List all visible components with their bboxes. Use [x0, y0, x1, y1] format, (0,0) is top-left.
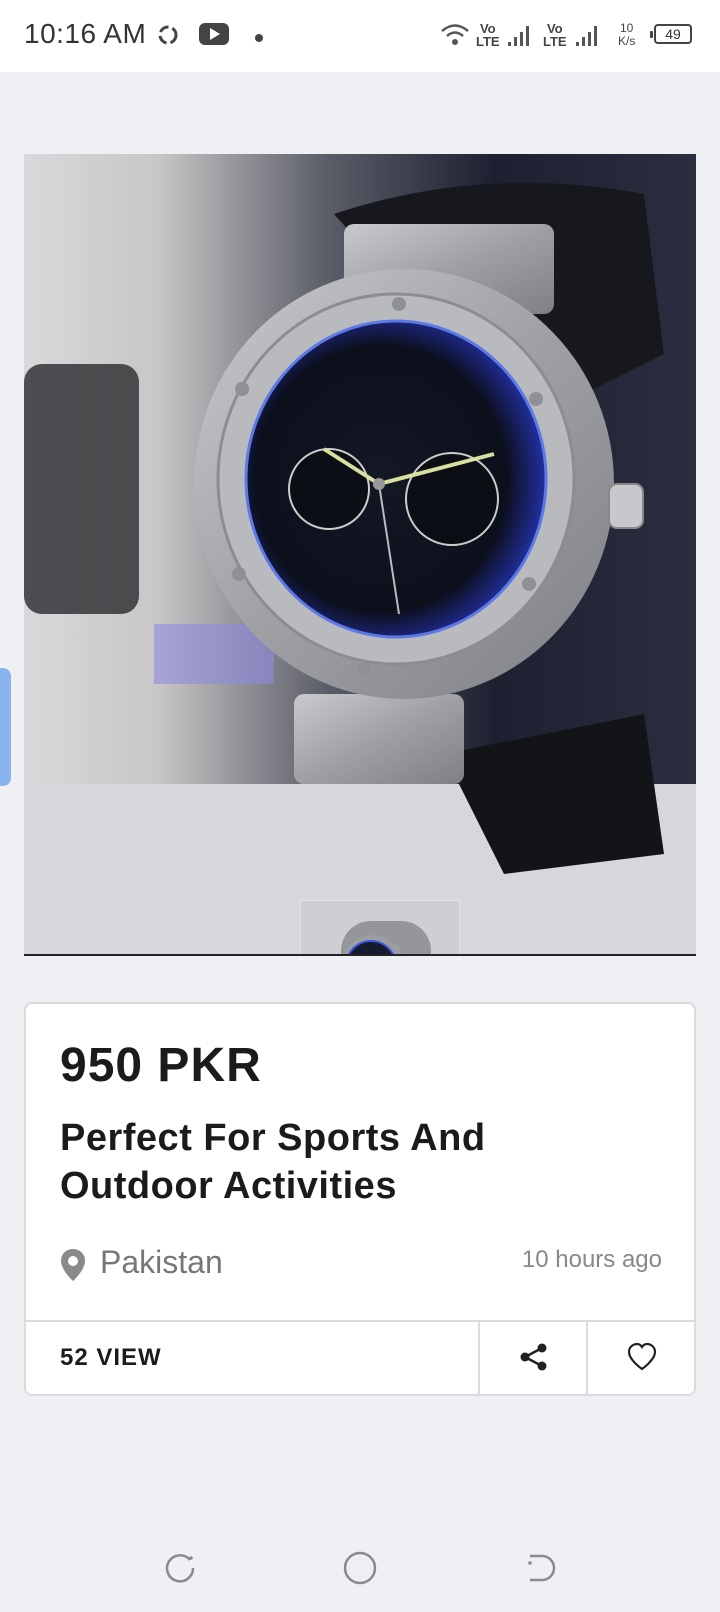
back-icon — [528, 1554, 556, 1582]
wifi-icon — [440, 22, 470, 53]
system-navigation-bar — [0, 1520, 720, 1612]
heart-icon — [626, 1342, 658, 1377]
posted-time: 10 hours ago — [521, 1246, 662, 1273]
battery-icon: 49 — [650, 24, 692, 44]
favorite-button[interactable] — [586, 1322, 696, 1396]
thumbnail-preview[interactable] — [300, 900, 460, 954]
network-speed: 10 K/s — [618, 21, 636, 48]
signal-icon — [576, 24, 602, 53]
recent-apps-button[interactable] — [160, 1548, 200, 1588]
location-pin-icon — [60, 1248, 86, 1287]
status-time: 10:16 AM — [24, 18, 147, 49]
wrist-watch-photo — [24, 154, 696, 954]
status-bar: 10:16 AM Vo LTE Vo LTE 10 K/s 49 — [0, 0, 720, 72]
product-image[interactable] — [24, 154, 696, 956]
home-icon — [343, 1551, 377, 1585]
youtube-icon — [198, 22, 230, 51]
product-price: 950 PKR — [60, 1039, 262, 1092]
dot-icon — [254, 30, 264, 48]
share-button[interactable] — [478, 1322, 588, 1396]
sync-icon — [156, 22, 180, 53]
share-icon — [518, 1341, 550, 1378]
recent-apps-icon — [165, 1554, 195, 1583]
view-count: 52 VIEW — [60, 1344, 162, 1371]
edge-panel-handle[interactable] — [0, 668, 11, 786]
location-text: Pakistan — [100, 1244, 223, 1280]
network-label-1: Vo LTE — [476, 21, 500, 49]
product-details-card: 950 PKR Perfect For Sports And Outdoor A… — [24, 1002, 696, 1396]
home-button[interactable] — [340, 1548, 380, 1588]
signal-icon — [508, 24, 534, 53]
network-label-2: Vo LTE — [543, 21, 567, 49]
product-title: Perfect For Sports And Outdoor Activitie… — [60, 1117, 486, 1207]
back-button[interactable] — [520, 1548, 560, 1588]
